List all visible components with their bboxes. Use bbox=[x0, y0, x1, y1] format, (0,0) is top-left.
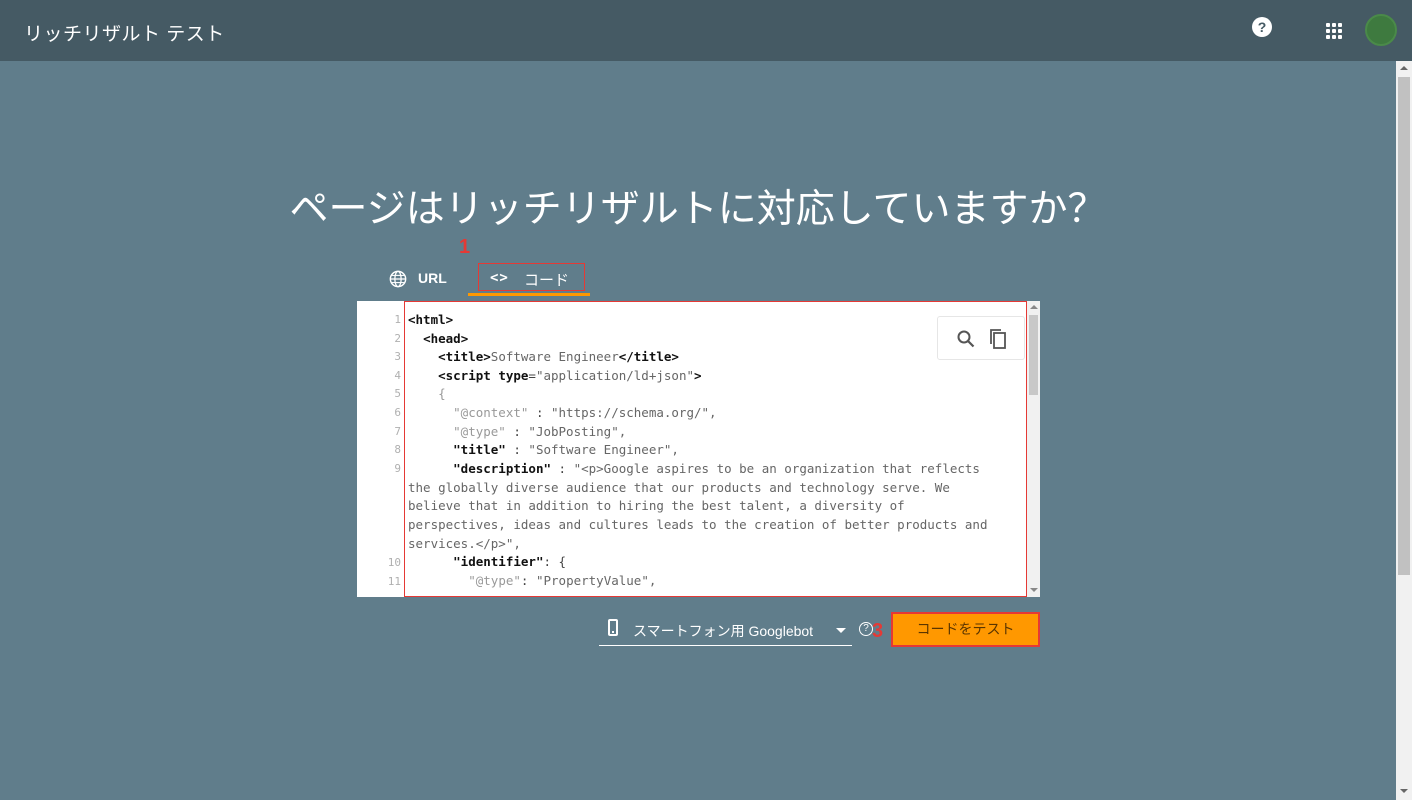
code-line: <html> bbox=[408, 312, 454, 327]
editor-scroll-up-icon[interactable] bbox=[1030, 305, 1038, 309]
smartphone-icon bbox=[608, 619, 618, 636]
code-brackets-icon: <> bbox=[490, 270, 509, 286]
test-code-button[interactable]: コードをテスト bbox=[891, 612, 1040, 647]
page-scroll-down-icon[interactable] bbox=[1400, 789, 1408, 793]
code-line: <script type="application/ld+json"> bbox=[438, 368, 702, 383]
line-number: 8 bbox=[394, 443, 401, 456]
editor-scroll-down-icon[interactable] bbox=[1030, 588, 1038, 592]
app-title: リッチリザルト テスト bbox=[24, 24, 225, 45]
page-scroll-up-icon[interactable] bbox=[1400, 66, 1408, 70]
globe-icon bbox=[389, 270, 407, 288]
line-number: 1 bbox=[394, 313, 401, 326]
tab-url[interactable]: URL bbox=[386, 262, 458, 296]
code-line: { bbox=[438, 386, 446, 401]
page-headline: ページはリッチリザルトに対応していますか？ bbox=[289, 188, 1107, 231]
code-line: "identifier": { bbox=[453, 554, 567, 569]
line-number-gutter: 1 2 3 4 5 6 7 8 9 10 11 bbox=[357, 301, 403, 597]
device-select[interactable]: スマートフォン用 Googlebot bbox=[599, 612, 852, 646]
line-number: 11 bbox=[387, 575, 401, 588]
page-scrollbar-thumb[interactable] bbox=[1398, 77, 1410, 575]
line-number: 2 bbox=[394, 332, 401, 345]
code-line: services.</p>", bbox=[408, 536, 521, 551]
annotation-number-1: 1 bbox=[459, 236, 471, 258]
line-number: 5 bbox=[394, 387, 401, 400]
help-circle-icon[interactable]: ? bbox=[1252, 17, 1272, 37]
tab-code[interactable]: <> コード bbox=[468, 262, 590, 296]
line-number: 6 bbox=[394, 406, 401, 419]
apps-grid-icon[interactable] bbox=[1326, 23, 1342, 39]
line-number: 3 bbox=[394, 350, 401, 363]
tab-code-label: コード bbox=[524, 272, 570, 289]
code-line: "description" : "<p>Google aspires to be… bbox=[453, 461, 980, 476]
annotation-number-3: 3 bbox=[872, 620, 884, 642]
copy-icon[interactable] bbox=[988, 328, 1008, 350]
line-number: 4 bbox=[394, 369, 401, 382]
tab-active-indicator bbox=[468, 293, 590, 296]
code-line: <head> bbox=[423, 331, 469, 346]
dropdown-arrow-icon bbox=[836, 628, 846, 633]
user-avatar[interactable] bbox=[1365, 14, 1397, 46]
code-text-area[interactable]: <html> <head> <title>Software Engineer</… bbox=[404, 301, 1027, 597]
code-line: "@context" : "https://schema.org/", bbox=[453, 405, 717, 420]
device-select-value: スマートフォン用 Googlebot bbox=[633, 623, 814, 639]
tab-url-label: URL bbox=[418, 270, 447, 286]
search-icon[interactable] bbox=[956, 329, 976, 349]
editor-scrollbar-thumb[interactable] bbox=[1029, 315, 1038, 395]
code-line: "@type" : "JobPosting", bbox=[453, 424, 627, 439]
code-line: perspectives, ideas and cultures leads t… bbox=[408, 517, 988, 532]
code-line: <title>Software Engineer</title> bbox=[438, 349, 679, 364]
code-line: "@type": "PropertyValue", bbox=[468, 573, 657, 588]
line-number: 7 bbox=[394, 425, 401, 438]
code-line: believe that in addition to hiring the b… bbox=[408, 498, 905, 513]
editor-tools bbox=[937, 316, 1025, 360]
code-line: the globally diverse audience that our p… bbox=[408, 480, 950, 495]
help-outline-icon[interactable]: ? bbox=[859, 622, 873, 636]
line-number: 10 bbox=[387, 556, 401, 569]
code-line: "title" : "Software Engineer", bbox=[453, 442, 679, 457]
line-number: 9 bbox=[394, 462, 401, 475]
top-app-bar: リッチリザルト テスト ? bbox=[0, 0, 1412, 61]
